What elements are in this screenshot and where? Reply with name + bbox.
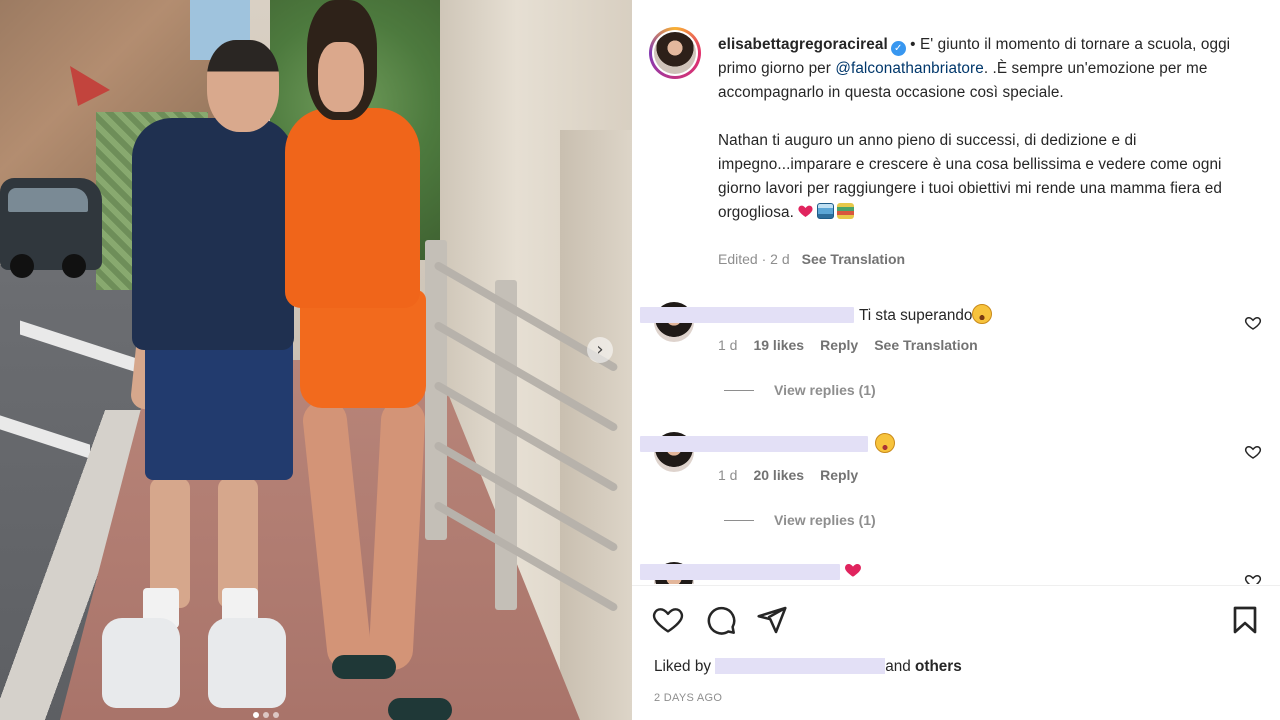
view-replies-button[interactable]: View replies (1) — [724, 382, 876, 398]
verified-badge-icon: ✓ — [890, 41, 906, 56]
bookmark-icon[interactable] — [1229, 604, 1261, 636]
railing-bar — [433, 500, 619, 613]
caption-paragraph-2: Nathan ti auguro un anno pieno di succes… — [718, 132, 1222, 221]
boy-polo-shirt — [132, 118, 294, 350]
heart-icon[interactable] — [652, 604, 684, 636]
comment-item: 1 d 20 likes Reply View replies (1) — [632, 418, 1280, 548]
author-username[interactable]: elisabettagregoracireal — [718, 36, 888, 53]
divider-line — [724, 390, 754, 391]
woman-sandal — [332, 655, 396, 679]
divider-line — [724, 520, 754, 521]
comment-heart-icon[interactable] — [1244, 443, 1262, 461]
woman-sandal — [388, 698, 452, 720]
surprised-face-icon — [972, 304, 993, 324]
send-icon[interactable] — [756, 604, 788, 636]
comment-text — [843, 561, 863, 581]
carousel-dots — [253, 712, 279, 718]
woman-face — [318, 42, 364, 112]
comment-item — [632, 548, 1280, 584]
comment-icon[interactable] — [705, 604, 737, 636]
reply-button[interactable]: Reply — [820, 337, 858, 353]
author-avatar[interactable] — [649, 27, 701, 79]
parked-car — [0, 178, 102, 278]
reply-button[interactable]: Reply — [820, 467, 858, 483]
comment-actions: 1 d 19 likes Reply See Translation — [718, 337, 978, 353]
comment-actions: 1 d 20 likes Reply — [718, 467, 858, 483]
boy-head — [207, 40, 279, 132]
road-stripe — [20, 320, 140, 374]
red-heart-icon — [845, 564, 861, 577]
comment-likes[interactable]: 20 likes — [753, 467, 804, 483]
boy-sneaker — [102, 618, 180, 708]
redacted-username[interactable] — [715, 658, 886, 674]
comment-text — [875, 433, 895, 454]
redacted-username — [640, 307, 854, 323]
caption-meta: Edited · 2 d See Translation — [718, 251, 905, 267]
comment-item: Ti sta superando 1 d 19 likes Reply See Tra… — [632, 288, 1280, 418]
star-struck-icon — [875, 433, 895, 453]
post-side-panel: elisabettagregoracireal ✓ • E' giunto il … — [632, 0, 1280, 720]
railing — [425, 240, 632, 680]
railing-post — [495, 280, 517, 610]
boy-sneaker — [208, 618, 286, 708]
avatar-image — [654, 32, 696, 74]
woman-orange-shirt — [285, 108, 420, 308]
view-replies-button[interactable]: View replies (1) — [724, 512, 876, 528]
comment-time: 1 d — [718, 337, 738, 353]
comment-heart-icon[interactable] — [1244, 572, 1262, 584]
comment-likes[interactable]: 19 likes — [753, 337, 804, 353]
comment-text: Ti sta superando — [859, 304, 993, 325]
railing-bar — [433, 440, 619, 553]
books-icon — [836, 203, 854, 219]
carousel-dot — [273, 712, 279, 718]
redacted-username — [640, 564, 840, 580]
boy-shorts — [145, 335, 293, 480]
railing-bar — [433, 320, 619, 433]
see-translation-link[interactable]: See Translation — [874, 337, 977, 353]
carousel-dot — [253, 712, 259, 718]
comment-heart-icon[interactable] — [1244, 314, 1262, 332]
chevron-right-icon: › — [596, 339, 604, 360]
mention-link[interactable]: @falconathanbriatore — [835, 60, 984, 77]
open-book-icon — [816, 203, 834, 219]
car-wheel — [10, 254, 34, 278]
divider — [632, 585, 1280, 586]
carousel-next-button[interactable]: › — [587, 337, 613, 363]
red-heart-icon — [798, 205, 813, 217]
post-actions-bar — [632, 600, 1280, 640]
others-link[interactable]: others — [915, 658, 962, 675]
post-timestamp: 2 DAYS AGO — [654, 692, 723, 704]
see-translation-link[interactable]: See Translation — [802, 251, 905, 267]
car-window — [8, 188, 88, 212]
comment-time: 1 d — [718, 467, 738, 483]
comments-list: Ti sta superando 1 d 19 likes Reply See Tra… — [632, 288, 1280, 584]
edited-time: Edited · 2 d — [718, 251, 790, 267]
caption-block: elisabettagregoracireal ✓ • E' giunto il … — [632, 0, 1280, 290]
car-wheel — [62, 254, 86, 278]
railing-bar — [433, 380, 619, 493]
caption: elisabettagregoracireal ✓ • E' giunto il … — [718, 33, 1238, 225]
carousel-dot — [263, 712, 269, 718]
redacted-username — [640, 436, 868, 452]
post-photo[interactable]: › — [0, 0, 632, 720]
liked-by-line: Liked by and others — [654, 658, 962, 675]
